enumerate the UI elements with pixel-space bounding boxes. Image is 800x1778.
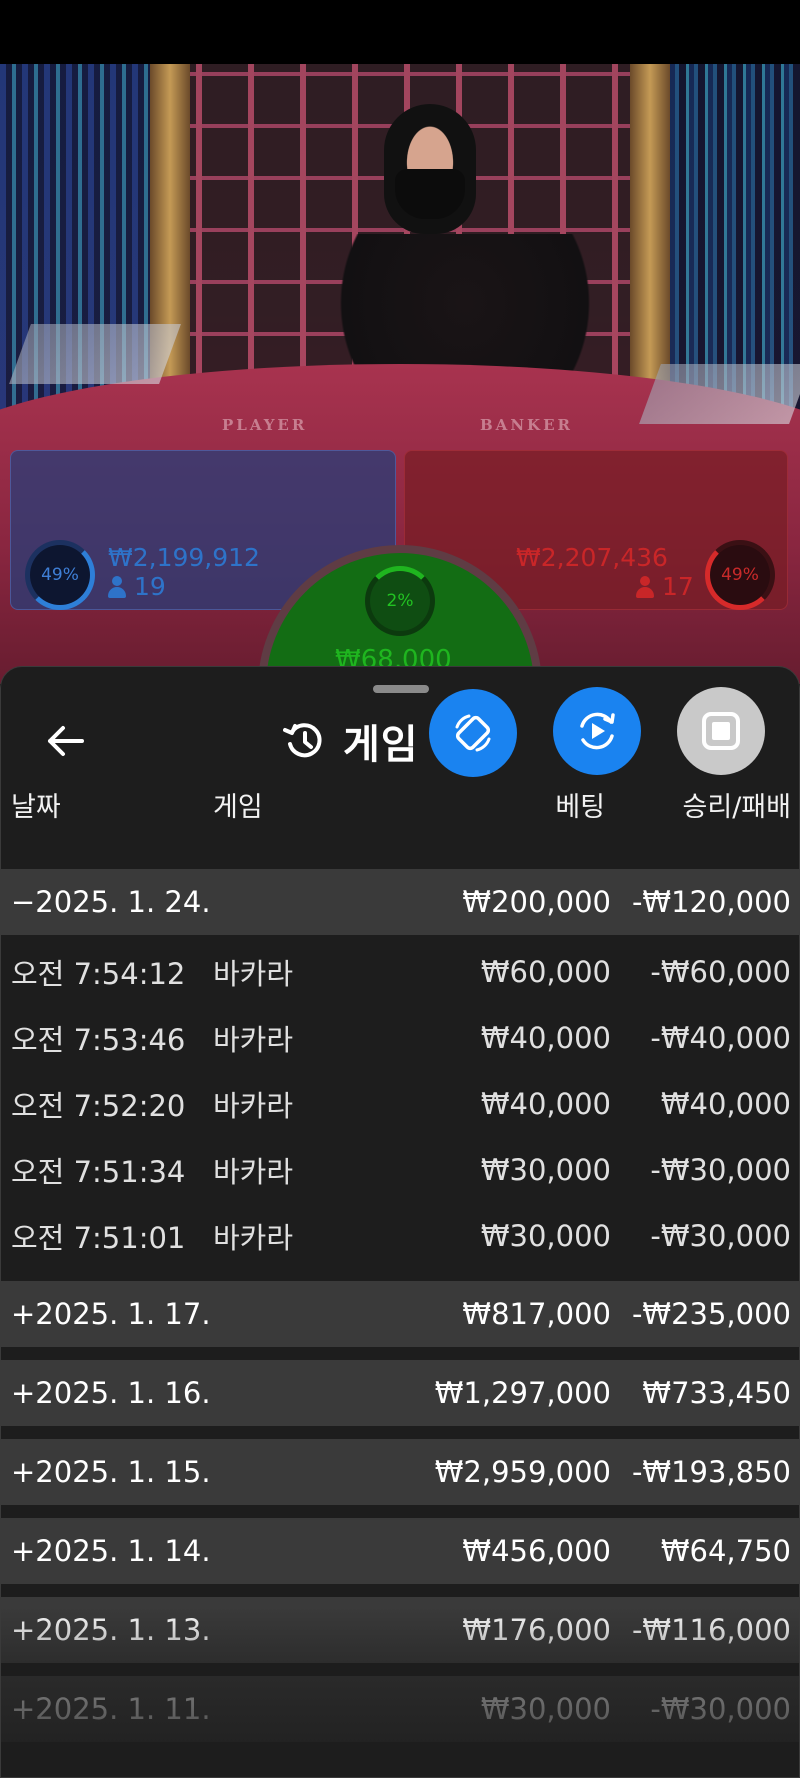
game-history-sheet: 게임 날짜 게임 베팅 승리/패배 −2025. 1. 24. ₩200,000…: [0, 666, 800, 1778]
day-bet-total: ₩456,000: [462, 1534, 611, 1568]
card-shoe-left: [9, 324, 181, 384]
day-date: +2025. 1. 16.: [11, 1376, 211, 1410]
game-row[interactable]: 오전 7:54:12 바카라 ₩60,000 -₩60,000: [1, 939, 799, 1005]
stop-icon: [702, 712, 740, 750]
game-row[interactable]: 오전 7:52:20 바카라 ₩40,000 ₩40,000: [1, 1071, 799, 1137]
person-icon: [636, 576, 654, 598]
page-title: 게임: [343, 722, 419, 768]
arrow-left-icon: [48, 726, 84, 756]
game-time: 오전 7:51:34: [11, 1155, 186, 1189]
banker-bettor-count: 17: [636, 572, 694, 601]
dealer-mask: [395, 169, 465, 219]
day-result: -₩235,000: [631, 1297, 791, 1331]
game-time: 오전 7:53:46: [11, 1023, 186, 1057]
header-result: 승리/패배: [682, 792, 791, 823]
game-result: ₩40,000: [660, 1087, 791, 1121]
game-result: -₩60,000: [650, 955, 791, 989]
rotate-screen-button[interactable]: [429, 689, 517, 777]
day-result: -₩116,000: [631, 1613, 791, 1647]
game-bet: ₩60,000: [480, 955, 611, 989]
day-row[interactable]: +2025. 1. 13. ₩176,000 -₩116,000: [1, 1597, 799, 1663]
day-bet-total: ₩30,000: [480, 1692, 611, 1726]
day-row[interactable]: +2025. 1. 17. ₩817,000 -₩235,000: [1, 1281, 799, 1347]
header-date: 날짜: [11, 792, 61, 823]
day-row[interactable]: +2025. 1. 11. ₩30,000 -₩30,000: [1, 1676, 799, 1742]
game-row[interactable]: 오전 7:53:46 바카라 ₩40,000 -₩40,000: [1, 1005, 799, 1071]
day-row[interactable]: +2025. 1. 15. ₩2,959,000 -₩193,850: [1, 1439, 799, 1505]
day-result: ₩64,750: [660, 1534, 791, 1568]
game-name: 바카라: [213, 1221, 294, 1255]
banker-percent-ring: 49%: [705, 540, 775, 610]
game-name: 바카라: [213, 957, 294, 991]
day-bet-total: ₩817,000: [462, 1297, 611, 1331]
player-total-amount: ₩2,199,912: [108, 543, 260, 572]
game-result: -₩30,000: [650, 1219, 791, 1253]
card-shoe-right: [639, 364, 800, 424]
day-date: +2025. 1. 17.: [11, 1297, 211, 1331]
game-time: 오전 7:54:12: [11, 957, 186, 991]
stop-button[interactable]: [677, 687, 765, 775]
history-list: −2025. 1. 24. ₩200,000 -₩120,000 오전 7:54…: [1, 869, 799, 1755]
game-row[interactable]: 오전 7:51:01 바카라 ₩30,000 -₩30,000: [1, 1203, 799, 1269]
table-player-label: PLAYER: [222, 416, 308, 434]
day-row[interactable]: +2025. 1. 16. ₩1,297,000 ₩733,450: [1, 1360, 799, 1426]
sheet-title: 게임: [283, 711, 419, 771]
pillar-right: [630, 64, 670, 394]
banker-total-amount: ₩2,207,436: [516, 543, 668, 572]
table-banker-label: BANKER: [480, 416, 573, 434]
replay-button[interactable]: [553, 687, 641, 775]
rotate-screen-icon: [455, 714, 491, 752]
game-bet: ₩30,000: [480, 1153, 611, 1187]
player-bettor-count: 19: [108, 572, 166, 601]
day-result: -₩120,000: [631, 885, 791, 919]
game-name: 바카라: [213, 1155, 294, 1189]
player-percent-ring: 49%: [25, 540, 95, 610]
header-game: 게임: [213, 792, 263, 823]
back-button[interactable]: [39, 715, 91, 767]
day-row[interactable]: +2025. 1. 14. ₩456,000 ₩64,750: [1, 1518, 799, 1584]
banker-percent: 49%: [721, 565, 759, 585]
day-games: 오전 7:54:12 바카라 ₩60,000 -₩60,000 오전 7:53:…: [1, 935, 799, 1281]
person-icon: [108, 576, 126, 598]
status-bar: [0, 0, 800, 64]
history-icon: [283, 723, 322, 758]
sheet-drag-handle[interactable]: [373, 685, 429, 693]
day-row[interactable]: −2025. 1. 24. ₩200,000 -₩120,000: [1, 869, 799, 935]
day-bet-total: ₩2,959,000: [434, 1455, 611, 1489]
game-row[interactable]: 오전 7:51:34 바카라 ₩30,000 -₩30,000: [1, 1137, 799, 1203]
column-headers: 날짜 게임 베팅 승리/패배: [1, 785, 799, 835]
day-date: −2025. 1. 24.: [11, 885, 211, 919]
day-bet-total: ₩1,297,000: [434, 1376, 611, 1410]
game-name: 바카라: [213, 1023, 294, 1057]
game-result: -₩40,000: [650, 1021, 791, 1055]
banker-count-value: 17: [662, 572, 694, 601]
replay-icon: [580, 712, 615, 750]
tie-percent: 2%: [386, 591, 414, 611]
game-result: -₩30,000: [650, 1153, 791, 1187]
day-date: +2025. 1. 11.: [11, 1692, 211, 1726]
game-name: 바카라: [213, 1089, 294, 1123]
day-result: ₩733,450: [642, 1376, 791, 1410]
player-percent: 49%: [41, 565, 79, 585]
tie-percent-ring: 2%: [365, 566, 435, 636]
day-bet-total: ₩200,000: [462, 885, 611, 919]
game-bet: ₩30,000: [480, 1219, 611, 1253]
player-count-value: 19: [134, 572, 166, 601]
game-bet: ₩40,000: [480, 1087, 611, 1121]
day-bet-total: ₩176,000: [462, 1613, 611, 1647]
day-date: +2025. 1. 13.: [11, 1613, 211, 1647]
day-result: -₩193,850: [631, 1455, 791, 1489]
day-date: +2025. 1. 15.: [11, 1455, 211, 1489]
game-time: 오전 7:52:20: [11, 1089, 186, 1123]
header-bet: 베팅: [555, 792, 605, 823]
day-result: -₩30,000: [650, 1692, 791, 1726]
day-date: +2025. 1. 14.: [11, 1534, 211, 1568]
game-bet: ₩40,000: [480, 1021, 611, 1055]
game-time: 오전 7:51:01: [11, 1221, 186, 1255]
